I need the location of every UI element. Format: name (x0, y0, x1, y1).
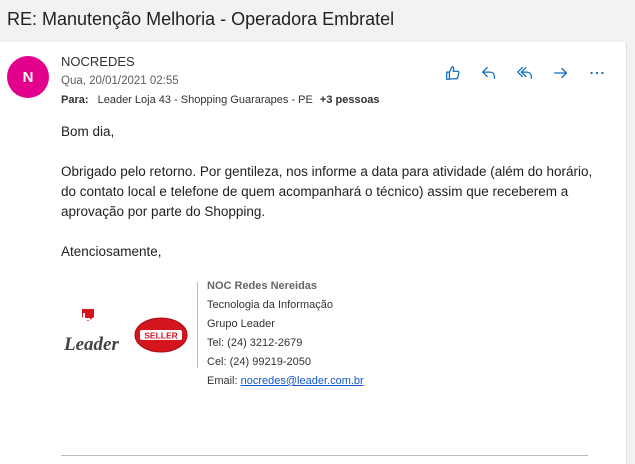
signature: Leader SELLER NOC Redes Nereidas Tecnolo… (60, 277, 460, 395)
email-label: Email: (207, 375, 238, 387)
like-icon (446, 66, 460, 80)
sender-name[interactable]: NOCREDES (61, 54, 135, 69)
reply-all-button[interactable] (514, 63, 536, 83)
message-card: N NOCREDES Qua, 20/01/2021 02:55 Para: L… (0, 42, 627, 464)
avatar-initial: N (22, 68, 34, 86)
message-subject: RE: Manutenção Melhoria - Operadora Embr… (7, 9, 395, 29)
email-link[interactable]: nocredes@leader.com.br (241, 375, 364, 387)
to-recipient[interactable]: Leader Loja 43 - Shopping Guararapes - P… (98, 94, 313, 106)
reply-icon (482, 66, 496, 80)
more-recipients[interactable]: +3 pessoas (320, 94, 380, 106)
signature-company: Grupo Leader (207, 318, 275, 330)
closing: Atenciosamente, (61, 244, 162, 259)
forward-button[interactable] (550, 63, 572, 83)
signature-cel: Cel: (24) 99219-2050 (207, 356, 311, 368)
more-icon (590, 71, 604, 75)
recipients: Para: Leader Loja 43 - Shopping Guararap… (61, 94, 380, 106)
reply-button[interactable] (478, 63, 500, 83)
signature-email-line: Email: nocredes@leader.com.br (207, 372, 364, 391)
leader-logo: Leader (63, 309, 119, 355)
avatar[interactable]: N (7, 56, 49, 98)
body-paragraph: Obrigado pelo retorno. Por gentileza, no… (61, 164, 593, 219)
divider (61, 455, 588, 456)
signature-divider (197, 282, 198, 368)
svg-text:SELLER: SELLER (144, 331, 178, 341)
signature-name: NOC Redes Nereidas (207, 280, 318, 292)
svg-text:Leader: Leader (63, 334, 119, 355)
message-actions (442, 63, 608, 83)
to-label: Para: (61, 94, 89, 106)
reply-all-icon (517, 66, 532, 80)
message-body: Bom dia, Obrigado pelo retorno. Por gent… (61, 122, 606, 262)
subject-bar: RE: Manutenção Melhoria - Operadora Embr… (0, 0, 635, 38)
forward-icon (554, 67, 568, 79)
signature-details: NOC Redes Nereidas Tecnologia da Informa… (207, 277, 364, 391)
like-button[interactable] (442, 63, 464, 83)
signature-department: Tecnologia da Informação (207, 299, 333, 311)
company-logos: Leader SELLER (63, 309, 188, 355)
seller-logo: SELLER (134, 317, 188, 353)
signature-tel: Tel: (24) 3212-2679 (207, 337, 303, 349)
greeting: Bom dia, (61, 124, 115, 139)
message-date: Qua, 20/01/2021 02:55 (61, 75, 179, 87)
more-actions-button[interactable] (586, 63, 608, 83)
